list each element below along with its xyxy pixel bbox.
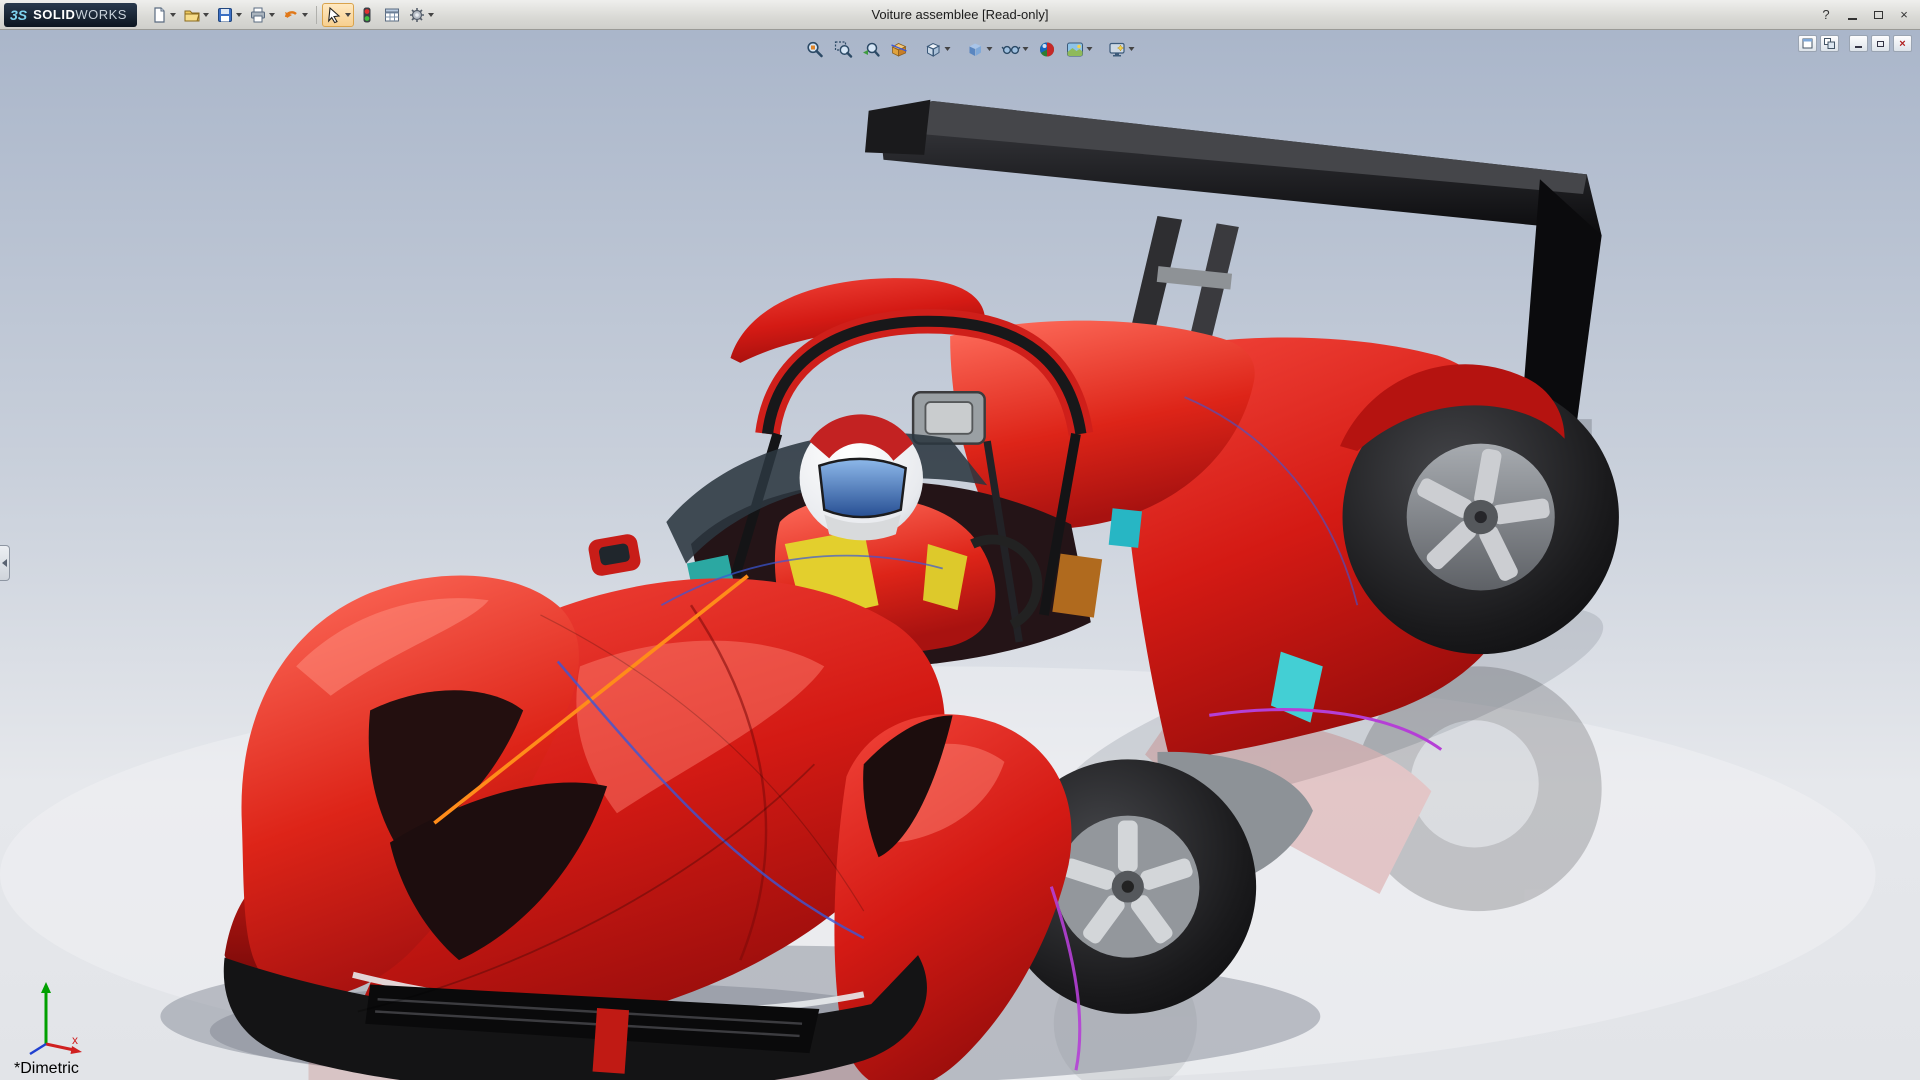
minimize-bar-icon	[1855, 46, 1862, 48]
display-style-button[interactable]	[961, 36, 996, 62]
zoom-to-fit-button[interactable]	[801, 36, 828, 62]
heads-up-toolbar	[801, 36, 1138, 62]
open-document-button[interactable]	[180, 3, 212, 27]
document-window-controls: ×	[1798, 35, 1912, 52]
chevron-down-icon	[169, 12, 176, 17]
graphics-viewport[interactable]: × x *Dimetric	[0, 30, 1920, 1080]
help-button[interactable]: ?	[1814, 5, 1838, 25]
toolbar-separator	[315, 5, 317, 24]
tiled-windows-icon	[1824, 38, 1835, 49]
close-icon: ×	[1900, 7, 1908, 22]
titlebar: 3S SOLIDWORKS Voiture assemblee [Read-on…	[0, 0, 1920, 30]
apply-scene-button[interactable]	[1061, 36, 1096, 62]
printer-icon	[250, 7, 265, 22]
chevron-down-icon	[1086, 47, 1093, 51]
red-x-icon: ×	[1899, 37, 1906, 50]
floppy-icon	[217, 7, 232, 22]
doc-restore-button[interactable]	[1871, 35, 1890, 52]
chevron-down-icon	[1022, 47, 1029, 51]
orientation-triad: x	[29, 982, 82, 1056]
new-document-button[interactable]	[147, 3, 179, 27]
chevron-down-icon	[986, 47, 993, 51]
chevron-down-icon	[344, 12, 351, 17]
chevron-down-icon	[1128, 47, 1135, 51]
feature-manager-collapse-tab[interactable]	[0, 544, 10, 581]
options-button[interactable]	[405, 3, 437, 27]
restore-box-icon	[1877, 40, 1884, 47]
chevron-down-icon	[427, 12, 434, 17]
cut-cube-icon	[890, 42, 907, 57]
doc-close-button[interactable]: ×	[1893, 35, 1912, 52]
gear-icon	[409, 7, 424, 22]
cursor-arrow-icon	[327, 6, 341, 23]
wire-cube-icon	[925, 42, 940, 57]
view-orientation-button[interactable]	[919, 36, 954, 62]
car-model[interactable]	[0, 30, 1920, 1080]
restore-button[interactable]	[1866, 5, 1890, 25]
solidworks-logo: 3S SOLIDWORKS	[4, 2, 137, 27]
orange-curved-arrow-icon	[284, 10, 297, 18]
save-button[interactable]	[213, 3, 245, 27]
chevron-down-icon	[944, 47, 951, 51]
folder-icon	[184, 10, 200, 21]
solidworks-window: 3S SOLIDWORKS Voiture assemblee [Read-on…	[0, 0, 1920, 1080]
magnifier-icon	[806, 41, 823, 57]
page-icon	[154, 6, 165, 23]
traffic-light-icon	[363, 7, 371, 22]
monitor-sparkle-icon	[1108, 42, 1125, 56]
restore-icon	[1873, 10, 1883, 19]
sheet-grid-icon	[384, 8, 399, 21]
section-view-button[interactable]	[885, 36, 912, 62]
window-page-icon	[1802, 38, 1813, 49]
brand-name: SOLIDWORKS	[33, 7, 127, 22]
magnifier-rect-icon	[834, 40, 852, 58]
view-orientation-label: *Dimetric	[14, 1060, 79, 1077]
undo-button[interactable]	[279, 3, 311, 27]
glasses-icon	[1001, 45, 1021, 54]
color-ball-icon	[1039, 42, 1054, 56]
close-button[interactable]: ×	[1892, 5, 1916, 25]
hide-show-items-button[interactable]	[997, 36, 1032, 62]
doc-minimize-button[interactable]	[1849, 35, 1868, 52]
chevron-down-icon	[235, 12, 242, 17]
help-icon: ?	[1822, 7, 1830, 22]
rebuild-button[interactable]	[355, 3, 379, 27]
chevron-down-icon	[268, 12, 275, 17]
shaded-cube-icon	[969, 43, 981, 56]
chevron-down-icon	[301, 12, 308, 17]
file-properties-button[interactable]	[380, 3, 404, 27]
minimize-icon	[1847, 17, 1857, 20]
view-settings-button[interactable]	[1103, 36, 1138, 62]
previous-view-button[interactable]	[857, 36, 884, 62]
zoom-to-area-button[interactable]	[829, 36, 856, 62]
magnifier-arrow-icon	[862, 42, 880, 57]
left-arrow-tab-icon	[2, 558, 7, 567]
standard-toolbar	[147, 2, 437, 27]
edit-appearance-button[interactable]	[1033, 36, 1060, 62]
x-axis-label: x	[72, 1033, 78, 1047]
print-button[interactable]	[246, 3, 278, 27]
chevron-down-icon	[202, 12, 209, 17]
select-button[interactable]	[321, 2, 354, 27]
new-window-button[interactable]	[1798, 35, 1817, 52]
tile-windows-button[interactable]	[1820, 35, 1839, 52]
window-controls: ? ×	[1814, 5, 1916, 25]
3ds-logo-icon: 3S	[10, 6, 28, 23]
minimize-button[interactable]	[1840, 5, 1864, 25]
scene-landscape-icon	[1066, 42, 1083, 56]
